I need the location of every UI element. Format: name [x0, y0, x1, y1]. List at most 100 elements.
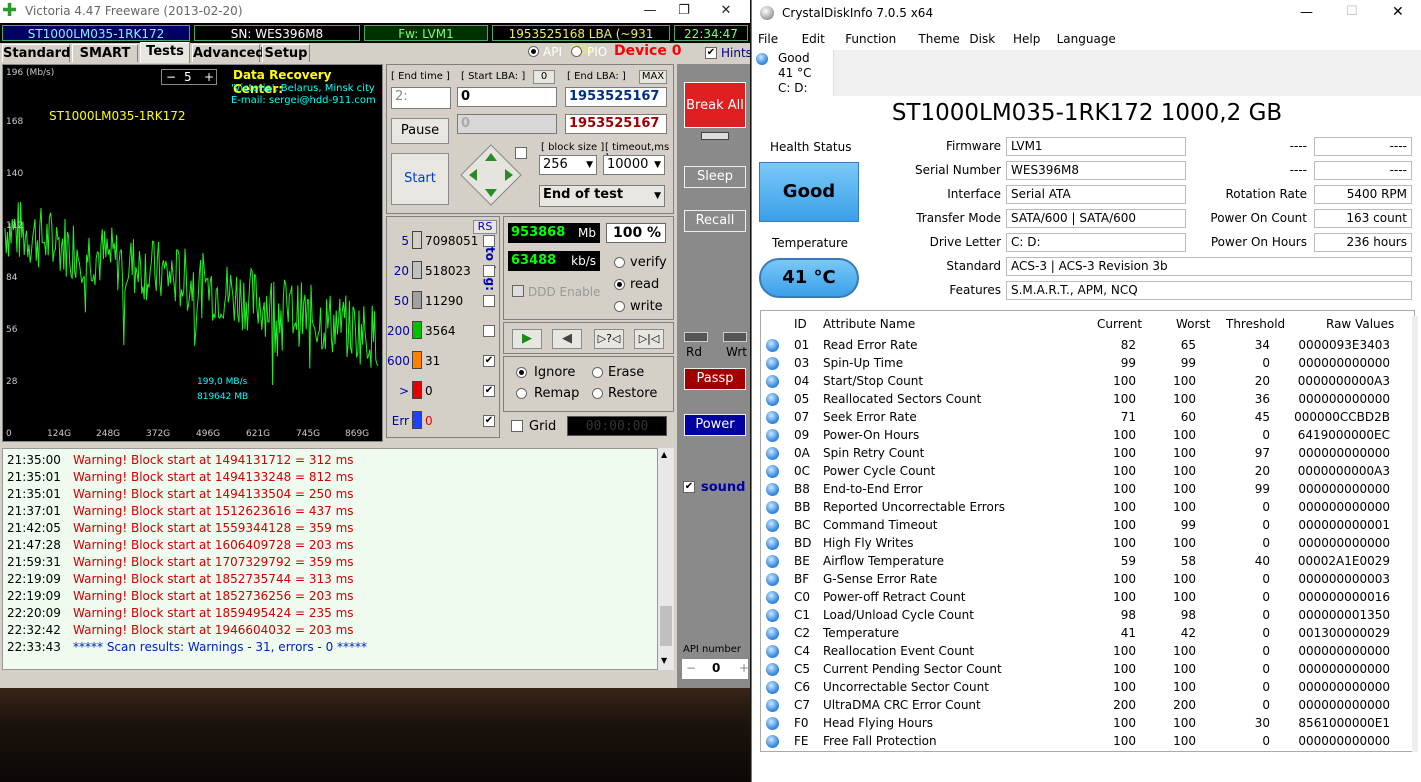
- rs-button[interactable]: RS: [473, 220, 497, 234]
- random-icon[interactable]: ▷?◁: [594, 329, 624, 349]
- menu-item-file[interactable]: File: [758, 32, 778, 46]
- max-button[interactable]: MAX: [639, 70, 667, 84]
- start-button[interactable]: Start: [391, 153, 449, 205]
- timeout-select[interactable]: 10000 ▼: [603, 155, 665, 175]
- close-icon[interactable]: ✕: [1392, 4, 1404, 20]
- block-log-checkbox[interactable]: ✔: [483, 385, 495, 397]
- col-header-name[interactable]: Attribute Name: [823, 317, 915, 331]
- col-header-threshold[interactable]: Threshold: [1226, 317, 1285, 331]
- write-radio[interactable]: [614, 301, 625, 312]
- grid-checkbox[interactable]: [511, 420, 523, 432]
- block-log-checkbox[interactable]: ✔: [483, 355, 495, 367]
- menu-item-theme[interactable]: Theme: [918, 32, 959, 46]
- minimize-icon[interactable]: —: [1300, 5, 1313, 20]
- restore-icon[interactable]: ❐: [664, 0, 704, 22]
- table-row[interactable]: BE Airflow Temperature 59 58 40 00002A1E0029: [762, 552, 1412, 570]
- plus-icon[interactable]: +: [204, 70, 214, 84]
- play-icon[interactable]: ▶: [512, 329, 542, 349]
- block-log-checkbox[interactable]: [483, 235, 495, 247]
- pad-checkbox[interactable]: [515, 147, 527, 159]
- table-row[interactable]: BC Command Timeout 100 99 0 000000000001: [762, 516, 1412, 534]
- tab-tests[interactable]: Tests: [140, 42, 190, 63]
- remap-radio[interactable]: [516, 388, 527, 399]
- start-lba-input[interactable]: 0: [457, 87, 557, 107]
- end-lba-input[interactable]: 1953525167: [565, 87, 667, 107]
- tab-setup[interactable]: Setup: [262, 44, 310, 62]
- menu-item-disk[interactable]: Disk: [969, 32, 995, 46]
- table-row[interactable]: C2 Temperature 41 42 0 001300000029: [762, 624, 1412, 642]
- tab-standard[interactable]: Standard: [2, 44, 70, 62]
- zero-button[interactable]: 0: [533, 70, 555, 84]
- menu-item-language[interactable]: Language: [1057, 32, 1116, 46]
- col-header-current[interactable]: Current: [1097, 317, 1142, 331]
- table-row[interactable]: C0 Power-off Retract Count 100 100 0 00000000…: [762, 588, 1412, 606]
- table-row[interactable]: BF G-Sense Error Rate 100 100 0 000000000003: [762, 570, 1412, 588]
- drive-tab[interactable]: Good 41 °C C: D:: [752, 50, 834, 96]
- table-row[interactable]: 0C Power Cycle Count 100 100 20 0000000000A3: [762, 462, 1412, 480]
- block-log-checkbox[interactable]: [483, 295, 495, 307]
- close-icon[interactable]: ✕: [706, 0, 746, 22]
- block-size-select[interactable]: 256 ▼: [539, 155, 597, 175]
- end-time-input[interactable]: 2:: [391, 87, 451, 109]
- graph-scale-stepper[interactable]: − 5 +: [161, 69, 217, 85]
- api-radio[interactable]: [528, 46, 539, 57]
- table-row[interactable]: FE Free Fall Protection 100 100 0 00000000000…: [762, 732, 1412, 750]
- table-row[interactable]: B8 End-to-End Error 100 100 99 000000000000: [762, 480, 1412, 498]
- scroll-up-icon[interactable]: ▲: [661, 450, 667, 459]
- table-row[interactable]: BD High Fly Writes 100 100 0 000000000000: [762, 534, 1412, 552]
- block-log-checkbox[interactable]: [483, 325, 495, 337]
- menu-item-function[interactable]: Function: [845, 32, 896, 46]
- power-button[interactable]: Power: [684, 414, 746, 436]
- plus-icon[interactable]: +: [739, 661, 749, 675]
- table-row[interactable]: 04 Start/Stop Count 100 100 20 0000000000A3: [762, 372, 1412, 390]
- col-header-worst[interactable]: Worst: [1176, 317, 1210, 331]
- temperature-badge[interactable]: 41 °C: [759, 258, 859, 298]
- col-header-raw[interactable]: Raw Values: [1326, 317, 1394, 331]
- table-row[interactable]: C4 Reallocation Event Count 100 100 0 0000000…: [762, 642, 1412, 660]
- recall-button[interactable]: Recall: [684, 210, 746, 232]
- sleep-button[interactable]: Sleep: [684, 166, 746, 188]
- table-row[interactable]: 09 Power-On Hours 100 100 0 6419000000EC: [762, 426, 1412, 444]
- log-scrollbar[interactable]: ▲ ▼: [658, 448, 674, 670]
- menu-item-edit[interactable]: Edit: [802, 32, 825, 46]
- block-log-checkbox[interactable]: [483, 265, 495, 277]
- ddd-checkbox[interactable]: [512, 285, 524, 297]
- minus-icon[interactable]: −: [166, 70, 176, 84]
- butterfly-icon[interactable]: ▷|◁: [634, 329, 664, 349]
- health-status-badge[interactable]: Good: [759, 162, 859, 222]
- sound-checkbox[interactable]: ✔: [683, 481, 695, 493]
- table-row[interactable]: BB Reported Uncorrectable Errors 100 100 0 00…: [762, 498, 1412, 516]
- direction-pad[interactable]: [459, 143, 523, 207]
- table-row[interactable]: C5 Current Pending Sector Count 100 100 0 000…: [762, 660, 1412, 678]
- table-row[interactable]: 07 Seek Error Rate 71 60 45 000000CCBD2B: [762, 408, 1412, 426]
- block-log-checkbox[interactable]: ✔: [483, 415, 495, 427]
- hints-checkbox[interactable]: ✔: [705, 47, 717, 59]
- table-row[interactable]: C1 Load/Unload Cycle Count 98 98 0 0000000013…: [762, 606, 1412, 624]
- minus-icon[interactable]: −: [686, 661, 696, 675]
- table-row[interactable]: 01 Read Error Rate 82 65 34 0000093E3403: [762, 336, 1412, 354]
- table-row[interactable]: 0A Spin Retry Count 100 100 97 000000000000: [762, 444, 1412, 462]
- read-radio[interactable]: [614, 279, 625, 290]
- maximize-icon[interactable]: ☐: [1346, 4, 1358, 19]
- pause-button[interactable]: Pause: [391, 118, 449, 144]
- menu-item-help[interactable]: Help: [1013, 32, 1040, 46]
- api-number-stepper[interactable]: − 0 +: [681, 658, 749, 680]
- ignore-radio[interactable]: [516, 367, 527, 378]
- tab-advanced[interactable]: Advanced: [192, 44, 265, 62]
- scroll-thumb[interactable]: [660, 606, 672, 646]
- rewind-icon[interactable]: ◀: [552, 329, 582, 349]
- table-row[interactable]: 05 Reallocated Sectors Count 100 100 36 00000…: [762, 390, 1412, 408]
- erase-radio[interactable]: [592, 367, 603, 378]
- tab-smart[interactable]: SMART: [72, 44, 138, 62]
- ad-email[interactable]: E-mail: sergei@hdd-911.com: [231, 95, 376, 106]
- end-mode-select[interactable]: End of test ▼: [539, 185, 665, 207]
- break-all-button[interactable]: Break All: [684, 82, 746, 128]
- passp-button[interactable]: Passp: [684, 368, 746, 390]
- table-row[interactable]: C6 Uncorrectable Sector Count 100 100 0 00000…: [762, 678, 1412, 696]
- scroll-down-icon[interactable]: ▼: [661, 656, 667, 665]
- table-row[interactable]: 03 Spin-Up Time 99 99 0 000000000000: [762, 354, 1412, 372]
- pio-radio[interactable]: [571, 46, 582, 57]
- col-header-id[interactable]: ID: [794, 317, 807, 331]
- table-row[interactable]: C7 UltraDMA CRC Error Count 200 200 0 0000000…: [762, 696, 1412, 714]
- restore-radio[interactable]: [592, 388, 603, 399]
